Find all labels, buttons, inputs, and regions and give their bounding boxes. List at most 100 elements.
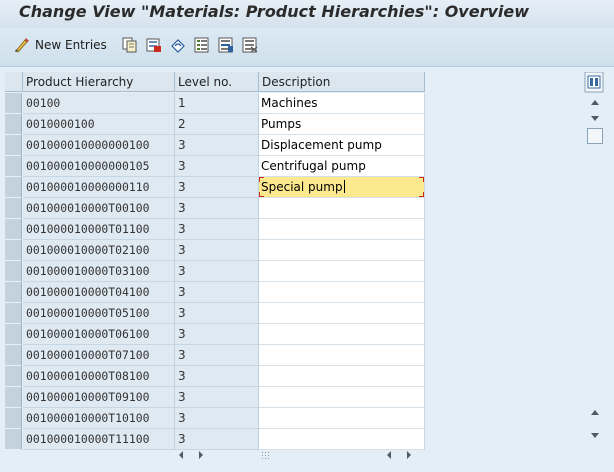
product-hierarchy-cell: 001000010000T03100 [23,261,175,282]
level-cell: 3 [175,135,259,156]
table-row: 001000010000T10100 3 [5,408,425,429]
scroll-thumb[interactable] [587,128,603,144]
row-select-button[interactable] [5,303,22,324]
horizontal-scrollbar[interactable] [175,446,415,464]
row-select-button[interactable] [5,408,22,429]
deselect-all-icon[interactable] [242,37,258,53]
row-select-button[interactable] [5,114,22,135]
product-hierarchy-cell: 001000010000000100 [23,135,175,156]
column-header-level[interactable]: Level no. [175,72,259,92]
level-cell: 1 [175,93,259,114]
scroll-left-end-arrow-icon [387,451,391,459]
level-cell: 3 [175,387,259,408]
description-input[interactable] [259,261,425,282]
level-cell: 3 [175,177,259,198]
row-select-button[interactable] [5,345,22,366]
row-select-button[interactable] [5,429,22,450]
level-cell: 3 [175,261,259,282]
level-cell: 3 [175,408,259,429]
focus-corner-marker [419,177,424,182]
table-row: 0010000100 2 Pumps [5,114,425,135]
new-entries-label: New Entries [35,38,107,52]
new-entries-icon [15,38,29,53]
scroll-page-down-arrow-icon[interactable] [589,407,601,417]
description-input[interactable] [259,408,425,429]
focus-corner-marker [419,192,424,197]
row-select-button[interactable] [5,219,22,240]
description-input[interactable] [259,345,425,366]
column-header-product-hierarchy[interactable]: Product Hierarchy [23,72,175,92]
product-hierarchy-cell: 001000010000T01100 [23,219,175,240]
row-select-button[interactable] [5,324,22,345]
row-select-button[interactable] [5,93,22,114]
table-row: 001000010000T01100 3 [5,219,425,240]
product-hierarchy-cell: 001000010000000105 [23,156,175,177]
table-row: 001000010000T08100 3 [5,366,425,387]
description-input[interactable]: Special pump [259,177,425,198]
scroll-down-arrow-icon[interactable] [589,431,601,441]
row-select-button[interactable] [5,282,22,303]
select-block-icon[interactable] [218,37,234,53]
row-select-button[interactable] [5,387,22,408]
product-hierarchy-cell: 001000010000T07100 [23,345,175,366]
product-hierarchy-cell: 001000010000T08100 [23,366,175,387]
text-cursor [343,180,345,193]
table-row: 001000010000T02100 3 [5,240,425,261]
table-row: 001000010000T07100 3 [5,345,425,366]
focus-corner-marker [259,192,264,197]
product-hierarchy-cell: 001000010000000110 [23,177,175,198]
description-text: Special pump [261,180,343,194]
level-cell: 3 [175,198,259,219]
description-text: Centrifugal pump [261,159,366,173]
level-cell: 3 [175,240,259,261]
new-entries-button[interactable]: New Entries [13,36,107,54]
product-hierarchy-cell: 001000010000T05100 [23,303,175,324]
select-all-rows-button[interactable] [5,72,23,92]
level-cell: 3 [175,282,259,303]
row-select-button[interactable] [5,156,22,177]
description-input[interactable] [259,198,425,219]
copy-as-icon[interactable] [122,37,138,53]
product-hierarchy-cell: 001000010000T09100 [23,387,175,408]
delete-icon[interactable] [146,37,162,53]
description-text: Pumps [261,117,302,131]
row-select-button[interactable] [5,240,22,261]
description-input[interactable] [259,303,425,324]
page-title: Change View "Materials: Product Hierarch… [19,2,530,21]
level-cell: 3 [175,303,259,324]
column-header-description[interactable]: Description [259,72,425,92]
row-select-button[interactable] [5,177,22,198]
level-cell: 2 [175,114,259,135]
description-input[interactable] [259,366,425,387]
description-input[interactable] [259,387,425,408]
scroll-page-up-arrow-icon[interactable] [589,114,601,124]
select-all-icon[interactable] [194,37,210,53]
focus-corner-marker [259,177,264,182]
row-select-button[interactable] [5,135,22,156]
table-row: 001000010000T05100 3 [5,303,425,324]
table-row: 00100 1 Machines [5,93,425,114]
row-select-button[interactable] [5,198,22,219]
scroll-left-arrow-icon [179,451,183,459]
description-input[interactable] [259,324,425,345]
table-row: 001000010000T03100 3 [5,261,425,282]
title-bar: Change View "Materials: Product Hierarch… [0,0,614,28]
product-hierarchy-cell: 001000010000T04100 [23,282,175,303]
application-toolbar: New Entries [0,28,614,67]
table-row: 001000010000T04100 3 [5,282,425,303]
undo-change-icon[interactable] [170,37,186,53]
description-input[interactable] [259,282,425,303]
description-input[interactable]: Pumps [259,114,425,135]
description-input[interactable] [259,219,425,240]
table-area: Product Hierarchy Level no. Description … [0,67,614,472]
product-hierarchy-cell: 001000010000T11100 [23,429,175,450]
scroll-up-arrow-icon[interactable] [589,97,601,107]
level-cell: 3 [175,366,259,387]
description-input[interactable]: Displacement pump [259,135,425,156]
description-input[interactable] [259,240,425,261]
description-input[interactable]: Machines [259,93,425,114]
row-select-button[interactable] [5,366,22,387]
description-input[interactable]: Centrifugal pump [259,156,425,177]
row-select-button[interactable] [5,261,22,282]
product-hierarchy-cell: 0010000100 [23,114,175,135]
